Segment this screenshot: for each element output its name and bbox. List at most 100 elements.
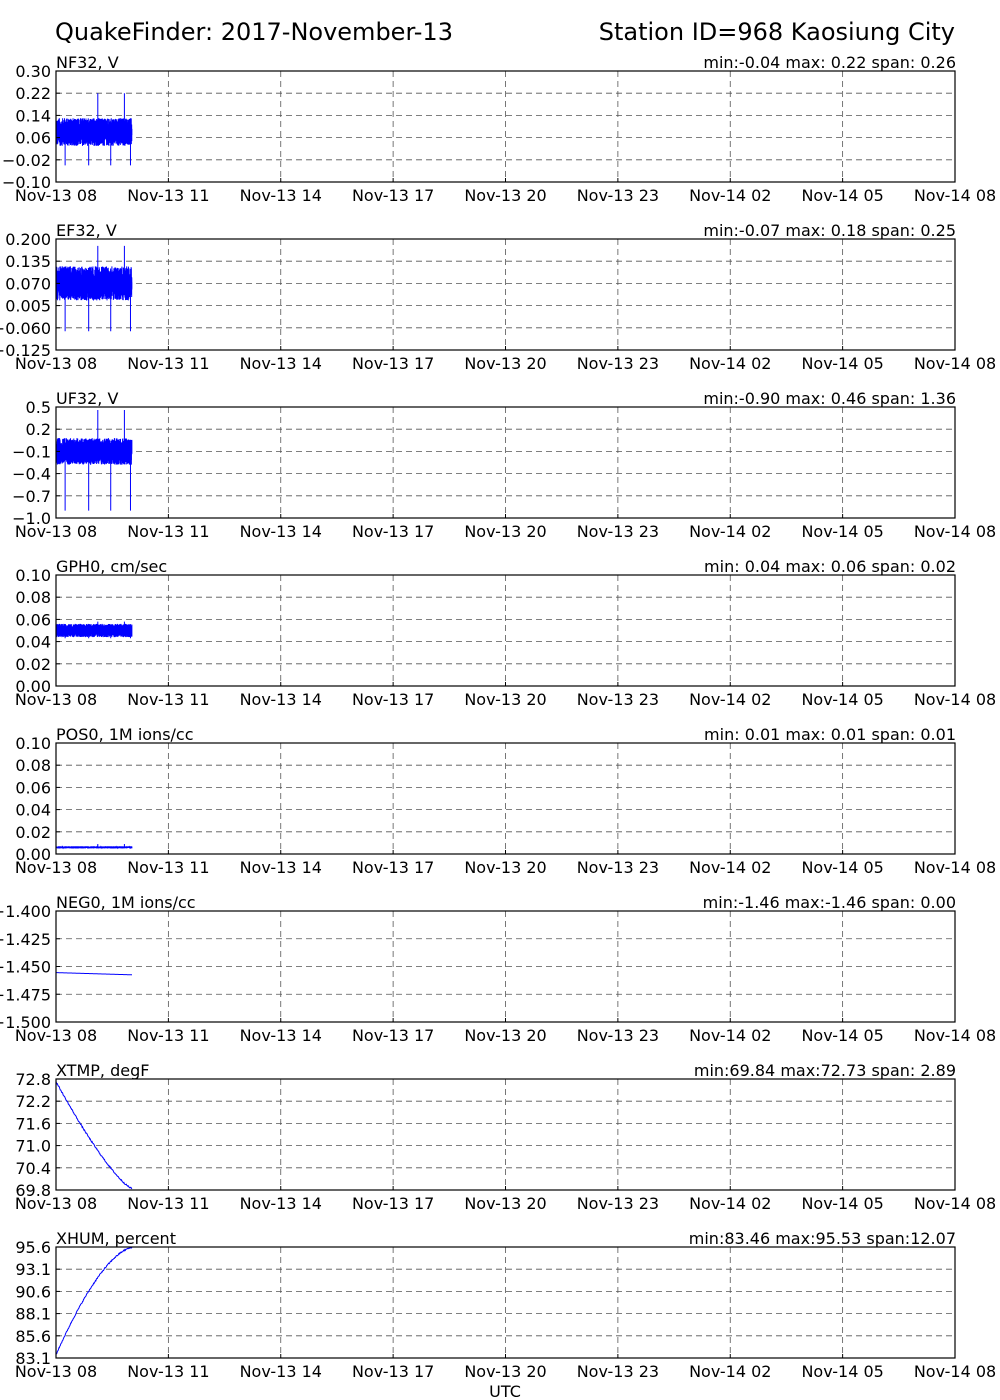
x-tick-label: Nov-13 23 [577, 354, 659, 373]
y-tick-label: 0.005 [5, 297, 51, 316]
y-tick-label: 0.02 [15, 655, 51, 674]
x-tick-label: Nov-14 05 [801, 858, 883, 877]
x-tick-label: Nov-14 02 [689, 186, 771, 205]
x-tick-label: Nov-13 08 [15, 522, 97, 541]
x-tick-label: Nov-13 14 [240, 1026, 322, 1045]
x-tick-label: Nov-13 23 [577, 186, 659, 205]
x-tick-label: Nov-13 08 [15, 1194, 97, 1213]
x-tick-label: Nov-13 11 [127, 690, 209, 709]
series-line [55, 1246, 133, 1355]
x-tick-label: Nov-14 08 [914, 1026, 996, 1045]
x-tick-label: Nov-14 02 [689, 858, 771, 877]
y-tick-label: 0.200 [5, 230, 51, 249]
x-tick-label: Nov-13 08 [15, 1362, 97, 1381]
channel-label: XHUM, percent [56, 1229, 176, 1248]
x-tick-label: Nov-14 05 [801, 1194, 883, 1213]
y-tick-label: 71.0 [15, 1137, 51, 1156]
y-tick-label: −0.4 [12, 465, 51, 484]
y-tick-label: 0.08 [15, 588, 51, 607]
x-tick-label: Nov-13 23 [577, 858, 659, 877]
panel-2 [55, 406, 956, 519]
x-tick-label: Nov-14 05 [801, 186, 883, 205]
y-tick-label: −1.425 [0, 930, 51, 949]
y-tick-label: 0.5 [26, 398, 51, 417]
x-tick-label: Nov-14 08 [914, 354, 996, 373]
y-tick-label: 95.6 [15, 1238, 51, 1257]
y-tick-label: 0.02 [15, 823, 51, 842]
series-line [55, 1081, 133, 1190]
stats-label: min:69.84 max:72.73 span: 2.89 [694, 1061, 956, 1080]
x-tick-label: Nov-13 20 [464, 1194, 546, 1213]
x-tick-label: Nov-13 11 [127, 1194, 209, 1213]
stats-label: min: 0.04 max: 0.06 span: 0.02 [704, 557, 956, 576]
x-tick-label: Nov-13 17 [352, 354, 434, 373]
chart-canvas: 0.300.220.140.06−0.02−0.10Nov-13 08 Nov-1… [0, 53, 996, 1400]
panel-6 [55, 1078, 956, 1191]
panel-1 [55, 238, 956, 351]
y-tick-label: 0.10 [15, 566, 51, 585]
x-tick-label: Nov-14 02 [689, 354, 771, 373]
series-line [55, 844, 133, 850]
x-tick-label: Nov-13 14 [240, 1362, 322, 1381]
y-tick-label: 0.04 [15, 801, 51, 820]
x-tick-label: Nov-13 20 [464, 690, 546, 709]
y-tick-label: 88.1 [15, 1305, 51, 1324]
y-tick-label: −0.7 [12, 487, 51, 506]
x-tick-label: Nov-13 20 [464, 858, 546, 877]
panel-7 [55, 1246, 956, 1359]
x-tick-label: Nov-13 08 [15, 1026, 97, 1045]
channel-label: NF32, V [56, 53, 119, 72]
channel-label: UF32, V [56, 389, 118, 408]
x-tick-label: Nov-14 05 [801, 1026, 883, 1045]
x-tick-label: Nov-13 08 [15, 186, 97, 205]
channel-label: XTMP, degF [56, 1061, 149, 1080]
stats-label: min:-0.90 max: 0.46 span: 1.36 [703, 389, 956, 408]
x-tick-label: Nov-13 20 [464, 354, 546, 373]
y-tick-label: 0.30 [15, 62, 51, 81]
y-tick-label: 0.06 [15, 778, 51, 797]
y-tick-label: −0.02 [2, 151, 51, 170]
y-tick-label: 72.8 [15, 1070, 51, 1089]
x-tick-label: Nov-13 14 [240, 690, 322, 709]
x-tick-label: Nov-14 08 [914, 186, 996, 205]
y-tick-label: 0.2 [26, 420, 51, 439]
x-tick-label: Nov-14 08 [914, 1194, 996, 1213]
y-tick-label: 0.22 [15, 84, 51, 103]
x-tick-label: Nov-13 11 [127, 858, 209, 877]
x-tick-label: Nov-13 11 [127, 1362, 209, 1381]
x-tick-label: Nov-14 02 [689, 690, 771, 709]
y-tick-label: 0.06 [15, 610, 51, 629]
x-tick-label: Nov-13 08 [15, 354, 97, 373]
stats-label: min:-1.46 max:-1.46 span: 0.00 [703, 893, 956, 912]
channel-label: NEG0, 1M ions/cc [56, 893, 196, 912]
channel-label: GPH0, cm/sec [56, 557, 167, 576]
panel-5 [55, 910, 956, 1023]
x-tick-label: Nov-13 23 [577, 1194, 659, 1213]
y-tick-label: −0.1 [12, 442, 51, 461]
series-line [55, 621, 133, 639]
y-tick-label: 0.04 [15, 633, 51, 652]
x-tick-label: Nov-13 17 [352, 690, 434, 709]
y-tick-label: 72.2 [15, 1092, 51, 1111]
y-tick-label: 93.1 [15, 1260, 51, 1279]
y-tick-label: 0.135 [5, 252, 51, 271]
y-tick-label: 0.070 [5, 274, 51, 293]
x-tick-label: Nov-13 11 [127, 1026, 209, 1045]
channel-label: POS0, 1M ions/cc [56, 725, 194, 744]
y-tick-label: 71.6 [15, 1114, 51, 1133]
x-tick-label: Nov-13 11 [127, 186, 209, 205]
x-tick-label: Nov-14 05 [801, 690, 883, 709]
stats-label: min:-0.04 max: 0.22 span: 0.26 [703, 53, 956, 72]
x-tick-label: Nov-13 20 [464, 186, 546, 205]
x-tick-label: Nov-14 02 [689, 522, 771, 541]
y-tick-label: −0.060 [0, 319, 51, 338]
y-tick-label: 90.6 [15, 1282, 51, 1301]
x-tick-label: Nov-13 17 [352, 1362, 434, 1381]
x-tick-label: Nov-14 02 [689, 1026, 771, 1045]
x-tick-label: Nov-13 11 [127, 354, 209, 373]
x-tick-label: Nov-13 17 [352, 1194, 434, 1213]
y-tick-label: −1.475 [0, 985, 51, 1004]
x-tick-label: Nov-13 17 [352, 858, 434, 877]
y-tick-label: 70.4 [15, 1159, 51, 1178]
x-tick-label: Nov-13 11 [127, 522, 209, 541]
